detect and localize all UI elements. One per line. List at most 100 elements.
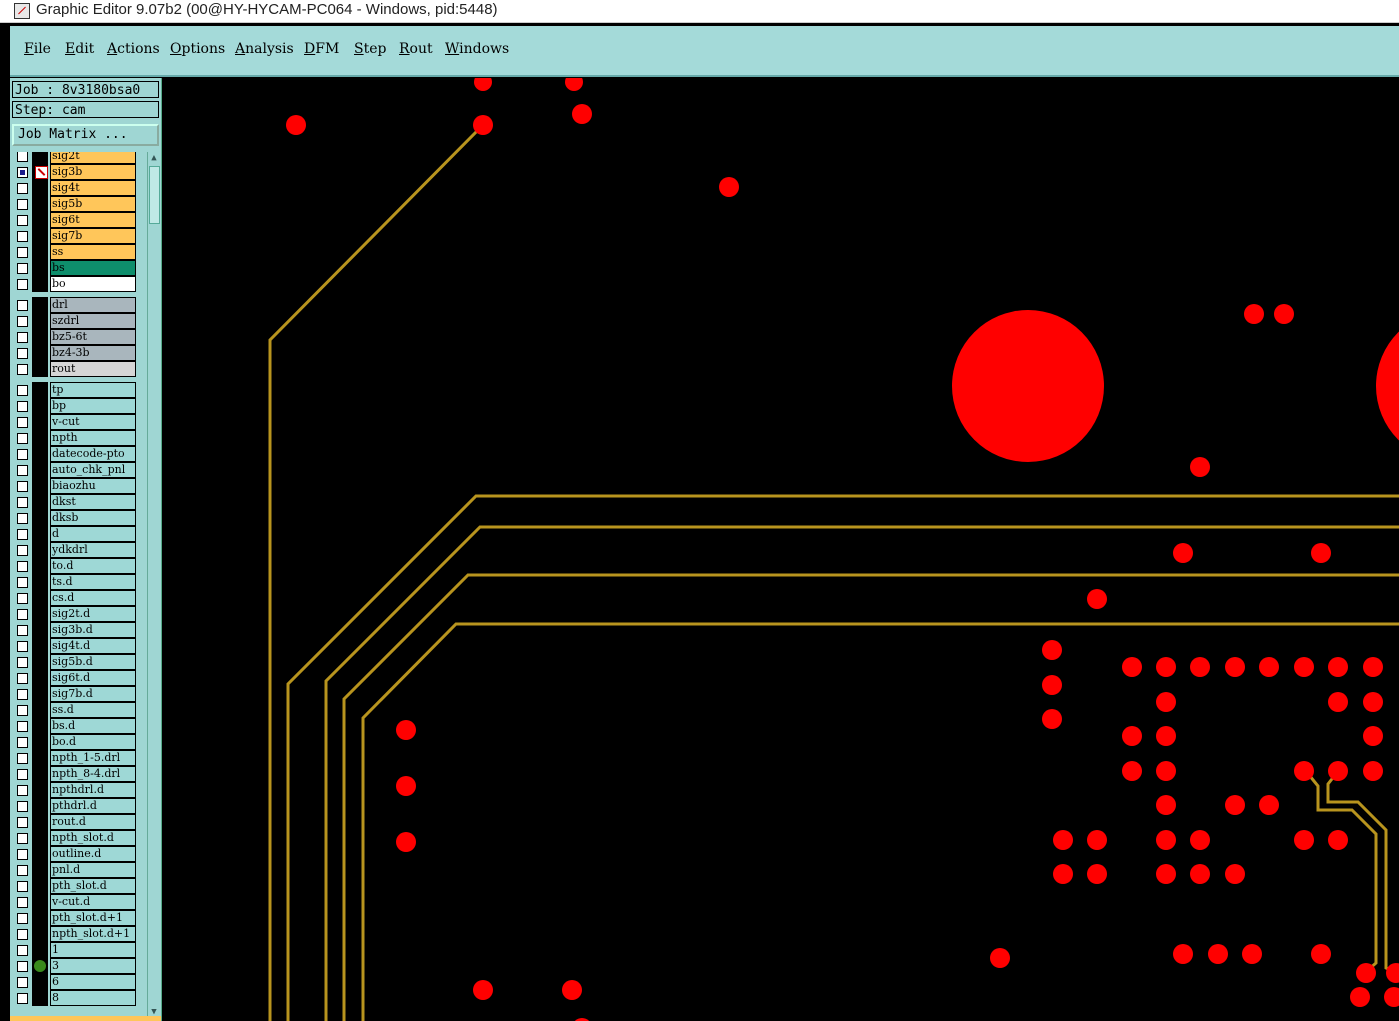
- layer-checkbox[interactable]: [17, 449, 28, 460]
- layer-row[interactable]: sig6t: [12, 212, 144, 228]
- layer-marker[interactable]: [32, 590, 48, 606]
- layer-checkbox[interactable]: [17, 433, 28, 444]
- layer-checkbox[interactable]: [17, 385, 28, 396]
- layer-marker[interactable]: [32, 180, 48, 196]
- layer-marker[interactable]: [32, 329, 48, 345]
- layer-name[interactable]: to.d: [50, 558, 136, 574]
- layer-name[interactable]: 8: [50, 990, 136, 1006]
- layer-checkbox[interactable]: [17, 993, 28, 1004]
- layer-row[interactable]: bs: [12, 260, 144, 276]
- layer-marker[interactable]: [32, 345, 48, 361]
- layer-row[interactable]: bz4-3b: [12, 345, 144, 361]
- layer-name[interactable]: cs.d: [50, 590, 136, 606]
- layer-name[interactable]: sig4t.d: [50, 638, 136, 654]
- layer-marker[interactable]: [32, 702, 48, 718]
- layer-name[interactable]: sig5b.d: [50, 654, 136, 670]
- layer-marker[interactable]: [32, 196, 48, 212]
- layer-checkbox[interactable]: [17, 513, 28, 524]
- layer-checkbox[interactable]: [17, 167, 28, 178]
- layer-checkbox[interactable]: [17, 625, 28, 636]
- layer-checkbox[interactable]: [17, 785, 28, 796]
- layer-row[interactable]: sig2t.d: [12, 606, 144, 622]
- layer-marker[interactable]: [32, 686, 48, 702]
- layer-checkbox[interactable]: [17, 364, 28, 375]
- layer-marker[interactable]: [32, 462, 48, 478]
- layer-name[interactable]: sig7b: [50, 228, 136, 244]
- layer-row[interactable]: v-cut: [12, 414, 144, 430]
- layer-row[interactable]: ts.d: [12, 574, 144, 590]
- layer-name[interactable]: bo.d: [50, 734, 136, 750]
- layer-name[interactable]: npth_8-4.drl: [50, 766, 136, 782]
- layer-marker[interactable]: [32, 878, 48, 894]
- layer-row[interactable]: sig5b.d: [12, 654, 144, 670]
- layer-name[interactable]: sig2t.d: [50, 606, 136, 622]
- layer-row[interactable]: npthdrl.d: [12, 782, 144, 798]
- layer-marker[interactable]: [32, 606, 48, 622]
- layer-name[interactable]: sig5b: [50, 196, 136, 212]
- layer-row[interactable]: npth: [12, 430, 144, 446]
- layer-name[interactable]: bs.d: [50, 718, 136, 734]
- layer-row[interactable]: pthdrl.d: [12, 798, 144, 814]
- layer-marker[interactable]: [32, 152, 48, 164]
- layer-checkbox[interactable]: [17, 673, 28, 684]
- layer-marker[interactable]: [32, 830, 48, 846]
- layer-marker[interactable]: [32, 814, 48, 830]
- layer-name[interactable]: v-cut.d: [50, 894, 136, 910]
- layer-marker[interactable]: [32, 574, 48, 590]
- job-matrix-button[interactable]: Job Matrix ...: [12, 124, 159, 146]
- layer-marker[interactable]: [32, 260, 48, 276]
- layer-name[interactable]: v-cut: [50, 414, 136, 430]
- layer-name[interactable]: sig3b.d: [50, 622, 136, 638]
- layer-marker[interactable]: [32, 894, 48, 910]
- layer-name[interactable]: auto_chk_pnl: [50, 462, 136, 478]
- layer-name[interactable]: outline.d: [50, 846, 136, 862]
- layer-checkbox[interactable]: [17, 183, 28, 194]
- menu-file[interactable]: File: [24, 41, 51, 57]
- layer-name[interactable]: bp: [50, 398, 136, 414]
- layer-checkbox[interactable]: [17, 865, 28, 876]
- layer-checkbox[interactable]: [17, 929, 28, 940]
- menu-actions[interactable]: Actions: [107, 41, 160, 57]
- layer-checkbox[interactable]: [17, 801, 28, 812]
- layer-checkbox[interactable]: [17, 152, 28, 162]
- menu-edit[interactable]: Edit: [65, 41, 94, 57]
- layer-row[interactable]: 3: [12, 958, 144, 974]
- layer-checkbox[interactable]: [17, 497, 28, 508]
- layer-marker[interactable]: [32, 910, 48, 926]
- layer-marker[interactable]: [32, 313, 48, 329]
- layer-row[interactable]: npth_1-5.drl: [12, 750, 144, 766]
- layer-row[interactable]: pth_slot.d: [12, 878, 144, 894]
- layer-marker[interactable]: [32, 942, 48, 958]
- layer-name[interactable]: bs: [50, 260, 136, 276]
- layer-name[interactable]: pth_slot.d+1: [50, 910, 136, 926]
- layer-checkbox[interactable]: [17, 721, 28, 732]
- layer-checkbox[interactable]: [17, 705, 28, 716]
- layer-row[interactable]: v-cut.d: [12, 894, 144, 910]
- layer-marker[interactable]: [32, 382, 48, 398]
- layer-row[interactable]: sig4t.d: [12, 638, 144, 654]
- layer-checkbox[interactable]: [17, 417, 28, 428]
- layer-marker[interactable]: [32, 974, 48, 990]
- layer-name[interactable]: npth_1-5.drl: [50, 750, 136, 766]
- layer-name[interactable]: bz5-6t: [50, 329, 136, 345]
- layer-name[interactable]: bo: [50, 276, 136, 292]
- layer-checkbox[interactable]: [17, 247, 28, 258]
- layer-checkbox[interactable]: [17, 215, 28, 226]
- layer-name[interactable]: sig2t: [50, 152, 136, 164]
- layer-name[interactable]: npth_slot.d: [50, 830, 136, 846]
- layer-checkbox[interactable]: [17, 316, 28, 327]
- layer-marker[interactable]: [32, 766, 48, 782]
- layer-name[interactable]: npth_slot.d+1: [50, 926, 136, 942]
- layer-row[interactable]: sig7b: [12, 228, 144, 244]
- layer-row[interactable]: pth_slot.d+1: [12, 910, 144, 926]
- layer-row[interactable]: sig5b: [12, 196, 144, 212]
- layer-row[interactable]: 8: [12, 990, 144, 1006]
- layer-name[interactable]: biaozhu: [50, 478, 136, 494]
- layer-marker[interactable]: [32, 361, 48, 377]
- layer-checkbox[interactable]: [17, 737, 28, 748]
- layer-checkbox[interactable]: [17, 332, 28, 343]
- layer-row[interactable]: sig6t.d: [12, 670, 144, 686]
- layer-row[interactable]: sig3b.d: [12, 622, 144, 638]
- layer-row[interactable]: ydkdrl: [12, 542, 144, 558]
- layer-checkbox[interactable]: [17, 769, 28, 780]
